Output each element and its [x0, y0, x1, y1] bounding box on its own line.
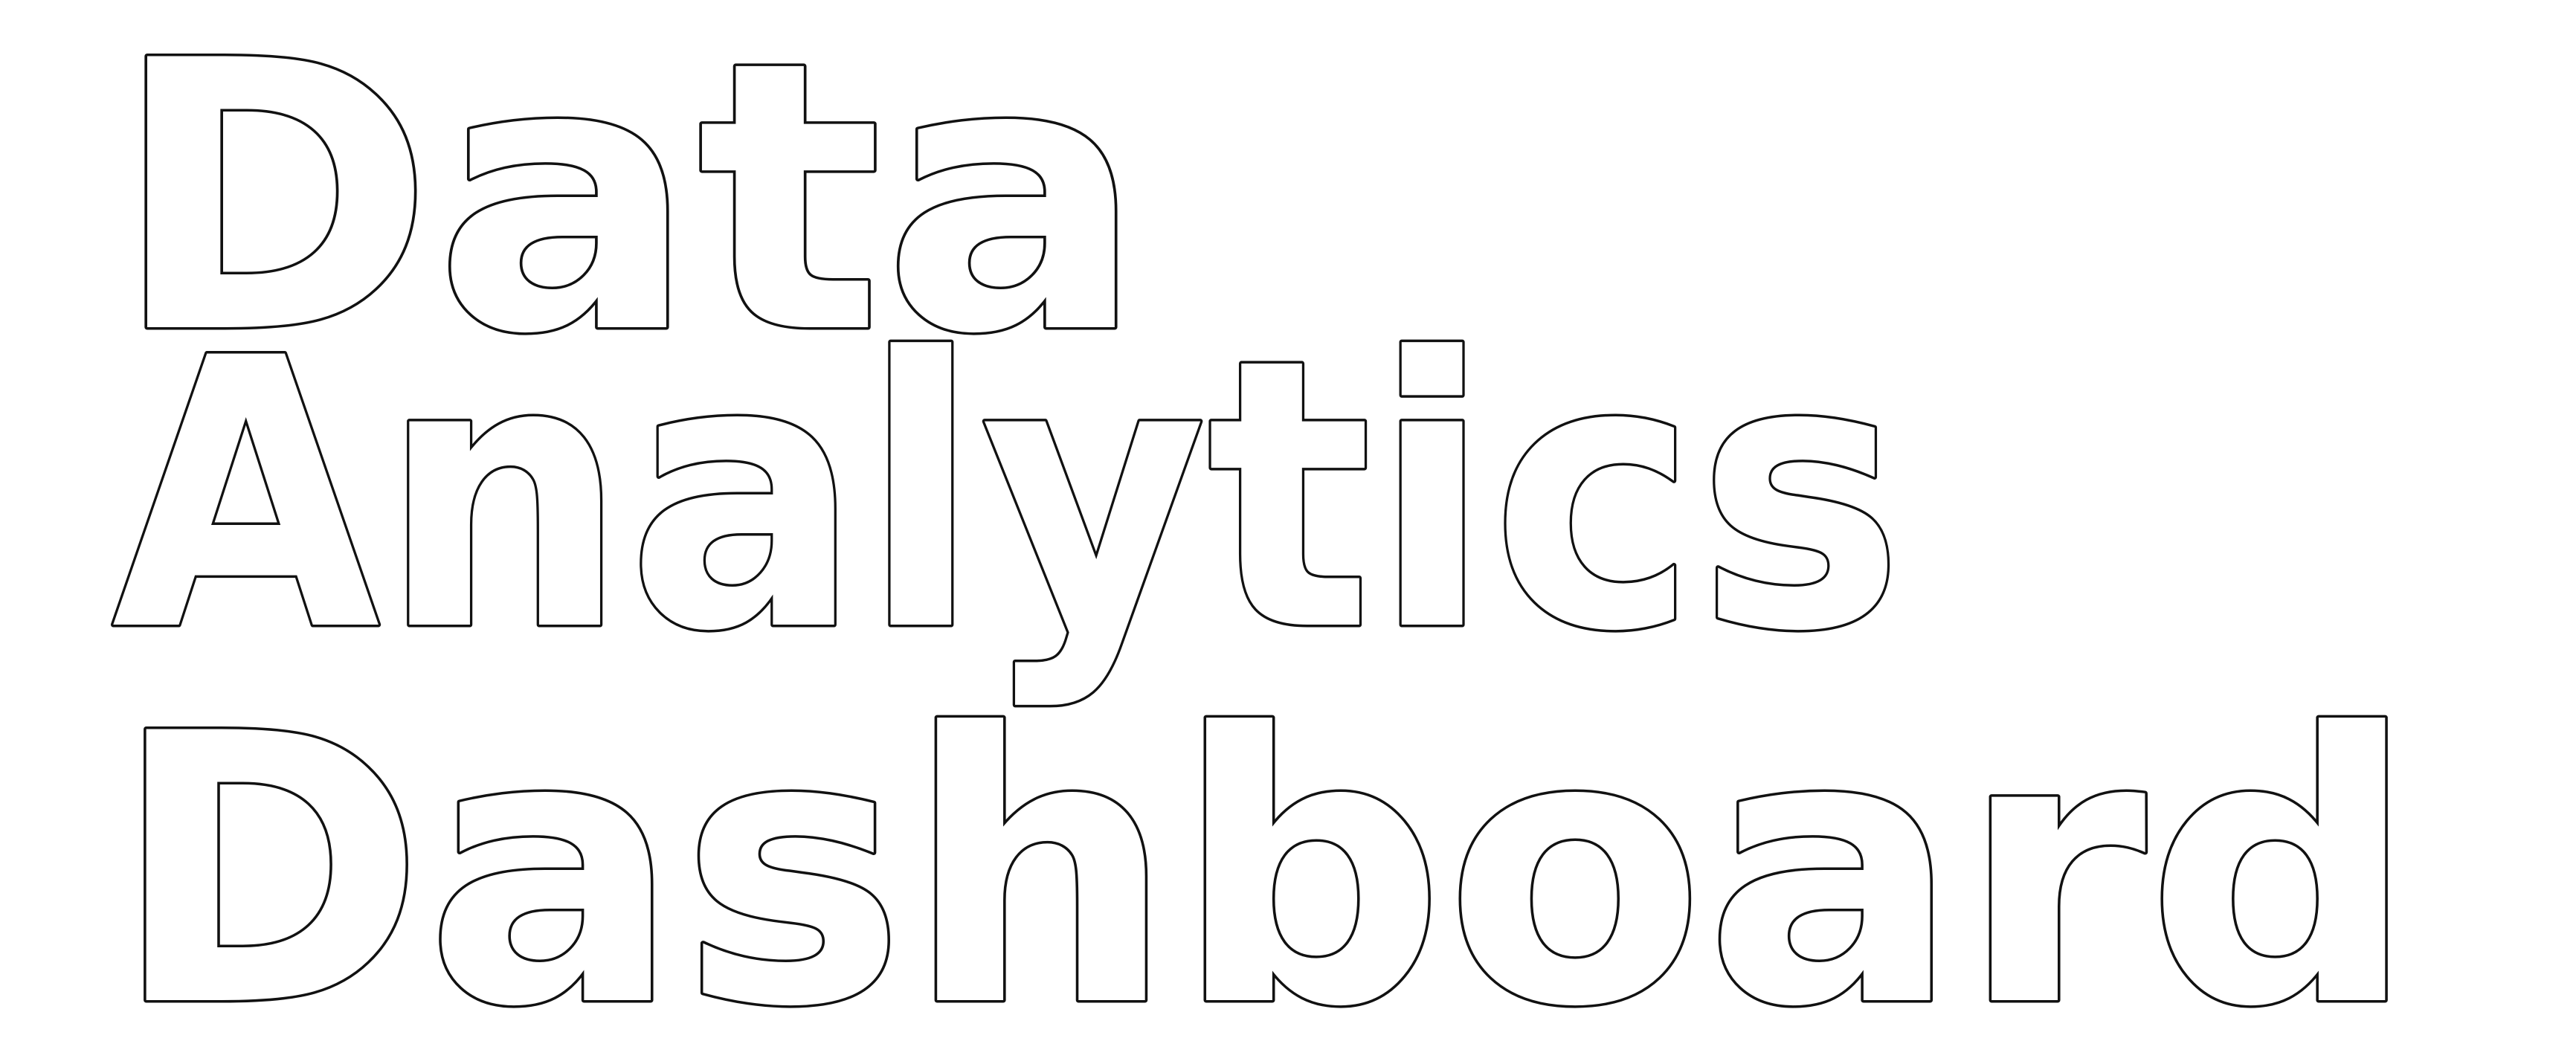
title-canvas: Data Analytics Dashboard	[0, 0, 2576, 1041]
title-line-analytics: Analytics	[112, 280, 1904, 712]
title-line-dashboard: Dashboard	[112, 655, 2417, 1041]
outlined-title-graphic: Data Analytics Dashboard	[109, 0, 2420, 1041]
